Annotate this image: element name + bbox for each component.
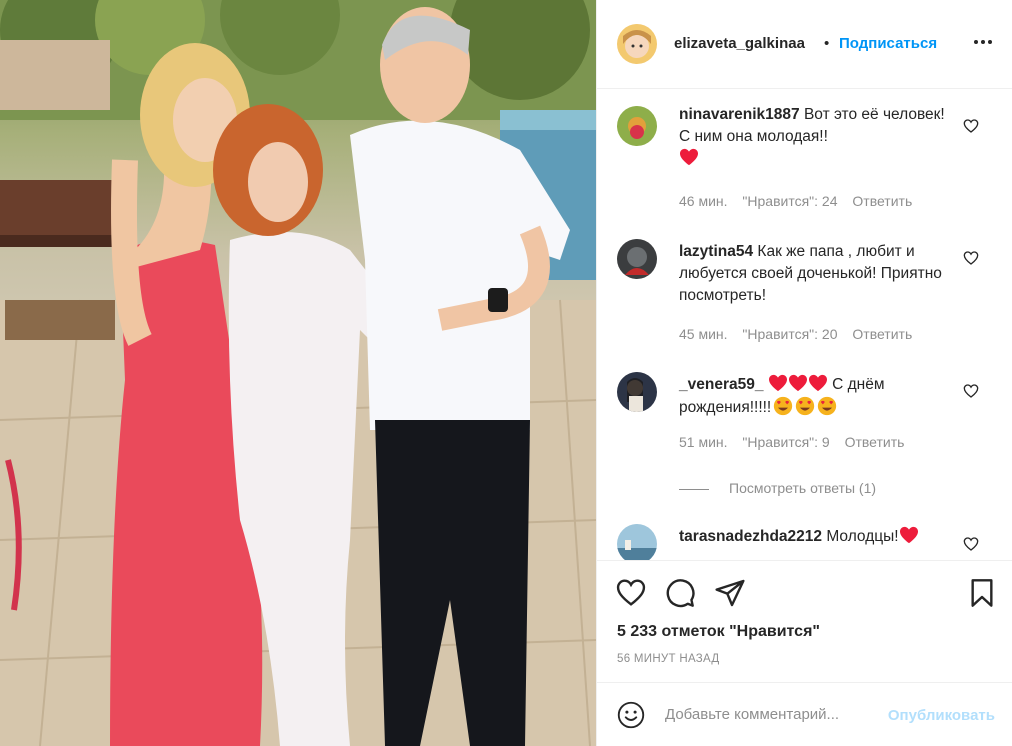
post-sidebar: elizaveta_galkinaa • Подписаться ninavar…: [596, 0, 1012, 746]
comment-time: 46 мин.: [679, 193, 728, 209]
comment-like-icon[interactable]: [963, 383, 979, 399]
publish-button[interactable]: Опубликовать: [888, 707, 995, 724]
comment-reply-button[interactable]: Ответить: [852, 326, 912, 342]
comment-text: _venera59_ С днём рождения!!!!!: [679, 374, 959, 419]
comment-likes[interactable]: "Нравится": 9: [742, 434, 829, 450]
comment-composer: Опубликовать: [597, 682, 1012, 746]
comment-username[interactable]: ninavarenik1887: [679, 106, 800, 123]
view-replies-line: [679, 488, 709, 490]
comment-like-icon[interactable]: [963, 250, 979, 266]
comment-text: ninavarenik1887 Вот это её человек! С ни…: [679, 104, 959, 170]
comment-likes[interactable]: "Нравится": 24: [742, 193, 837, 209]
comment-like-icon[interactable]: [963, 118, 979, 134]
author-username[interactable]: elizaveta_galkinaa: [674, 35, 805, 52]
post-header: elizaveta_galkinaa • Подписаться: [597, 0, 1012, 89]
heart-eyes-emoji-icon: [796, 396, 815, 416]
commenter-avatar[interactable]: [617, 372, 657, 412]
comment-username[interactable]: _venera59_: [679, 376, 763, 393]
post-actions: 5 233 отметок "Нравится" 56 МИНУТ НАЗАД: [597, 560, 1012, 682]
comment-text: lazytina54 Как же папа , любит и любуетс…: [679, 241, 959, 307]
more-horizontal-icon[interactable]: [971, 30, 995, 54]
comment-meta: 45 мин. "Нравится": 20 Ответить: [679, 326, 923, 342]
post-photo[interactable]: [0, 0, 596, 746]
red-heart-icon: [680, 148, 698, 166]
like-heart-icon[interactable]: [615, 577, 647, 609]
comment-meta: 51 мин. "Нравится": 9 Ответить: [679, 434, 915, 450]
red-heart-icon: [808, 374, 827, 392]
separator-dot: •: [824, 35, 830, 52]
comment-like-icon[interactable]: [963, 536, 979, 552]
view-replies-button[interactable]: Посмотреть ответы (1): [679, 480, 876, 496]
commenter-avatar[interactable]: [617, 239, 657, 279]
comment-bubble-icon[interactable]: [664, 577, 696, 609]
red-heart-icon: [899, 526, 918, 544]
commenter-avatar[interactable]: [617, 106, 657, 146]
comment-username[interactable]: tarasnadezhda2212: [679, 528, 822, 545]
comment-reply-button[interactable]: Ответить: [845, 434, 905, 450]
red-heart-icon: [768, 374, 787, 392]
red-heart-icon: [788, 374, 807, 392]
post-photo-illustration: [0, 0, 596, 746]
heart-eyes-emoji-icon: [774, 396, 793, 416]
comment-time: 51 мин.: [679, 434, 728, 450]
view-replies-label: Посмотреть ответы (1): [729, 480, 877, 496]
comment-reply-button[interactable]: Ответить: [852, 193, 912, 209]
comment-username[interactable]: lazytina54: [679, 243, 753, 260]
comment-meta: 46 мин. "Нравится": 24 Ответить: [679, 193, 923, 209]
emoji-picker-icon[interactable]: [617, 701, 645, 729]
commenter-avatar[interactable]: [617, 524, 657, 560]
comment-text: tarasnadezhda2212 Молодцы!: [679, 526, 959, 548]
author-avatar[interactable]: [617, 24, 657, 64]
heart-eyes-emoji-icon: [818, 396, 837, 416]
comments-list[interactable]: ninavarenik1887 Вот это её человек! С ни…: [597, 90, 1012, 560]
bookmark-save-icon[interactable]: [966, 577, 998, 609]
comment-body: Молодцы!: [826, 528, 899, 545]
share-paper-plane-icon[interactable]: [714, 577, 746, 609]
likes-count[interactable]: 5 233 отметок "Нравится": [617, 623, 820, 641]
comment-likes[interactable]: "Нравится": 20: [742, 326, 837, 342]
post-timestamp[interactable]: 56 МИНУТ НАЗАД: [617, 653, 720, 665]
comment-input[interactable]: [665, 703, 870, 725]
follow-button[interactable]: Подписаться: [839, 35, 937, 52]
comment-time: 45 мин.: [679, 326, 728, 342]
